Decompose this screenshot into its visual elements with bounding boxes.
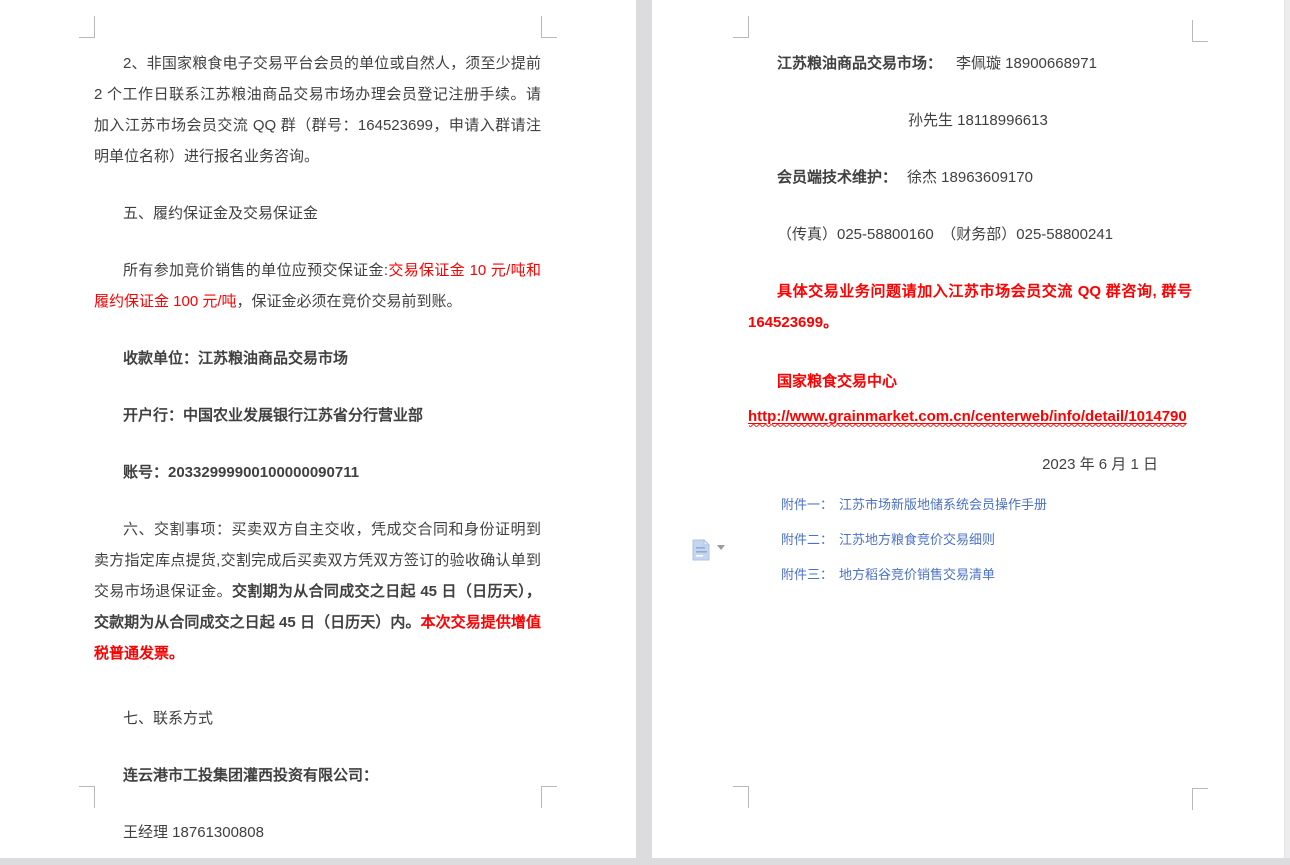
attachment-link-1[interactable]: 附件一： 江苏市场新版地储系统会员操作手册 [781,487,1192,522]
dropdown-arrow-icon[interactable] [717,545,725,550]
document-page-left: 2、非国家粮食电子交易平台会员的单位或自然人，须至少提前 2 个工作日联系江苏粮… [0,0,636,858]
attachment-label: 附件三： [781,567,833,582]
tech-contact: 徐杰 18963609170 [907,169,1033,186]
margin-mark [79,16,95,38]
qq-notice-line: 具体交易业务问题请加入江苏市场会员交流 QQ 群咨询, 群号164523699。 [748,276,1192,338]
attached-object-control[interactable] [692,539,732,561]
market-contact-line: 江苏粮油商品交易市场： 李佩璇 18900668971 [748,48,1192,79]
right-page-text: 江苏粮油商品交易市场： 李佩璇 18900668971 孙先生 181189966… [748,48,1192,592]
tech-support-line: 会员端技术维护： 徐杰 18963609170 [748,162,1192,193]
attachment-title[interactable]: 地方稻谷竞价销售交易清单 [839,567,995,582]
attachment-link-3[interactable]: 附件三： 地方稻谷竞价销售交易清单 [781,557,1192,592]
deposit-text-normal: 所有参加竞价销售的单位应预交保证金: [123,262,388,279]
attached-file-icon[interactable] [692,539,711,561]
payee-line: 收款单位：江苏粮油商品交易市场 [94,343,541,374]
margin-mark [541,16,557,38]
attachment-link-2[interactable]: 附件二： 江苏地方粮食竞价交易细则 [781,522,1192,557]
margin-mark [1192,20,1208,42]
fax-line: （传真）025-58800160 （财务部）025-58800241 [748,219,1192,250]
margin-mark [79,786,95,808]
manager-line: 王经理 18761300808 [94,817,541,848]
left-page-text: 2、非国家粮食电子交易平台会员的单位或自然人，须至少提前 2 个工作日联系江苏粮… [94,48,541,848]
attachment-label: 附件二： [781,532,833,547]
attachment-list: 附件一： 江苏市场新版地储系统会员操作手册 附件二： 江苏地方粮食竞价交易细则 附件… [748,487,1192,592]
attachment-title[interactable]: 江苏市场新版地储系统会员操作手册 [839,497,1047,512]
margin-mark [541,786,557,808]
paragraph-deposit: 所有参加竞价销售的单位应预交保证金:交易保证金 10 元/吨和履约保证金 100… [94,255,541,317]
margin-mark [1192,788,1208,810]
window-edge [1284,0,1290,858]
market-contact: 李佩璇 18900668971 [956,55,1097,72]
margin-mark [733,16,749,38]
section-7-heading: 七、联系方式 [94,703,541,734]
company-line: 连云港市工投集团灌西投资有限公司： [94,760,541,791]
word-document-view: { "document": { "left_page": { "membersh… [0,0,1290,865]
bank-line: 开户行：中国农业发展银行江苏省分行营业部 [94,400,541,431]
paragraph-grain-center: 国家粮食交易中心 http://www.grainmarket.com.cn/ce… [748,364,1192,434]
attachment-label: 附件一： [781,497,833,512]
tech-label: 会员端技术维护： [777,169,897,186]
paragraph-membership: 2、非国家粮食电子交易平台会员的单位或自然人，须至少提前 2 个工作日联系江苏粮… [94,48,541,172]
document-page-right: 江苏粮油商品交易市场： 李佩璇 18900668971 孙先生 181189966… [652,0,1285,858]
paragraph-delivery: 六、交割事项：买卖双方自主交收，凭成交合同和身份证明到卖方指定库点提货,交割完成… [94,514,541,669]
market-label: 江苏粮油商品交易市场： [777,55,942,72]
date-line: 2023 年 6 月 1 日 [748,449,1192,480]
second-contact-line: 孙先生 18118996613 [748,105,1192,136]
account-line: 账号：20332999900100000090711 [94,457,541,488]
center-name: 国家粮食交易中心 [777,373,897,390]
section-5-heading: 五、履约保证金及交易保证金 [94,198,541,229]
deposit-text-tail: ，保证金必须在竞价交易前到账。 [237,293,462,310]
margin-mark [733,786,749,808]
grainmarket-link[interactable]: http://www.grainmarket.com.cn/centerweb/… [748,408,1187,425]
attachment-title[interactable]: 江苏地方粮食竞价交易细则 [839,532,995,547]
